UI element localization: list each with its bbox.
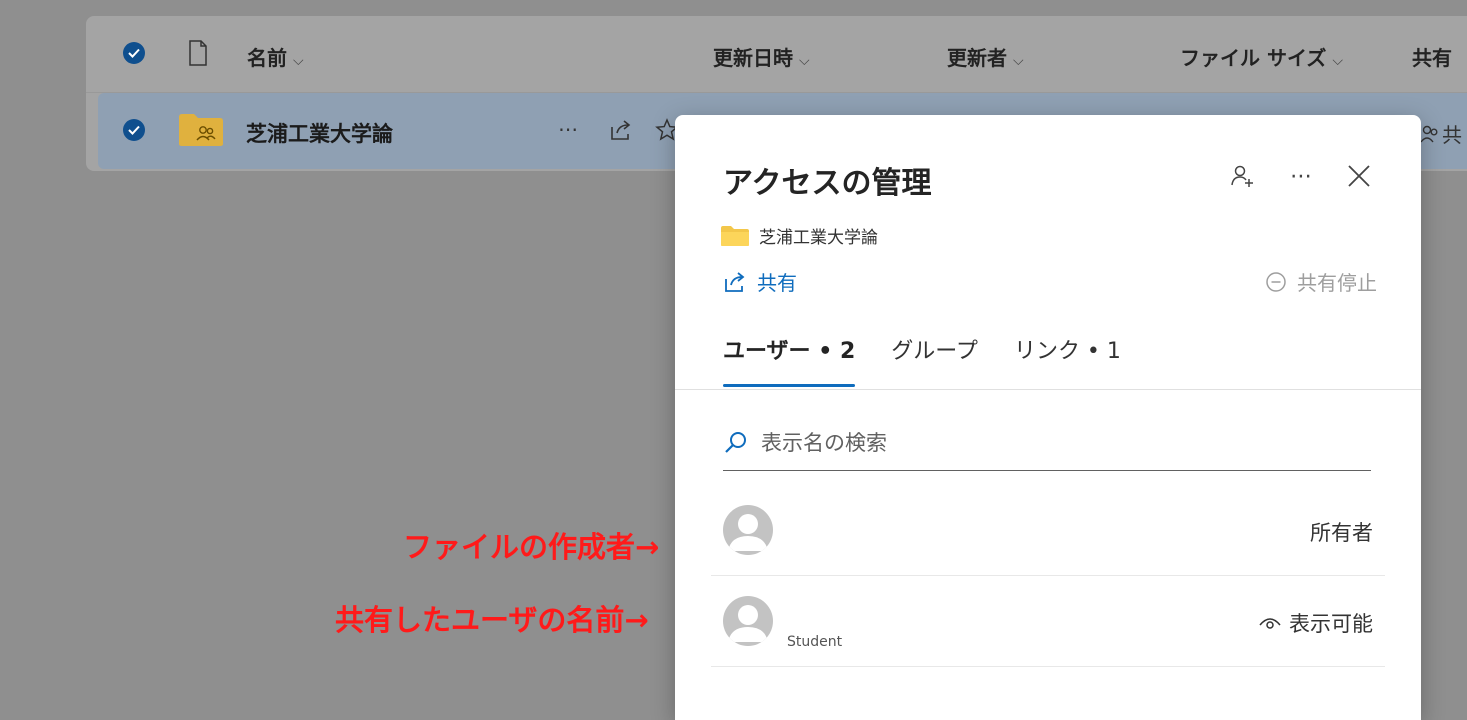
column-file-size[interactable]: ファイル サイズ ⌵ — [1180, 42, 1343, 71]
chevron-down-icon: ⌵ — [1332, 53, 1343, 69]
annotation-creator: ファイルの作成者→ — [403, 530, 660, 564]
manage-access-dialog: アクセスの管理 ⋯ 芝浦工業大学論 共有 共有停止 ユーザー • 2 グループ … — [675, 115, 1421, 720]
column-file-size-label: ファイル サイズ — [1180, 46, 1327, 70]
row-sharing-label: 共 — [1442, 123, 1462, 147]
list-item[interactable]: Student 表示可能 — [711, 576, 1385, 667]
people-icon — [1420, 125, 1438, 142]
add-person-button[interactable] — [1229, 162, 1257, 190]
chevron-down-icon: ⌵ — [1013, 53, 1024, 69]
dialog-file-name: 芝浦工業大学論 — [759, 228, 878, 248]
folder-icon — [721, 225, 749, 246]
close-button[interactable] — [1345, 162, 1373, 190]
row-file-name[interactable]: 芝浦工業大学論 — [246, 118, 393, 148]
list-item[interactable]: 所有者 — [711, 485, 1385, 576]
dialog-file-info: 芝浦工業大学論 — [721, 223, 878, 248]
row-sharing-status: 共 — [1420, 119, 1462, 148]
access-tabs: ユーザー • 2 グループ リンク • 1 — [723, 333, 1121, 387]
tab-users[interactable]: ユーザー • 2 — [723, 333, 856, 387]
chevron-down-icon: ⌵ — [799, 53, 810, 69]
person-icon — [728, 514, 768, 551]
add-person-icon — [1231, 165, 1253, 187]
user-role-label: 所有者 — [1310, 521, 1373, 545]
minus-circle-icon — [1266, 271, 1286, 292]
shared-folder-icon — [179, 114, 223, 146]
share-label: 共有 — [757, 271, 797, 295]
user-role[interactable]: 表示可能 — [1259, 608, 1373, 638]
more-options-button[interactable]: ⋯ — [1287, 162, 1315, 190]
chevron-down-icon: ⌵ — [293, 53, 304, 69]
avatar — [723, 596, 773, 646]
stop-sharing-button[interactable]: 共有停止 — [1265, 267, 1377, 296]
user-role[interactable]: 所有者 — [1310, 517, 1373, 547]
column-modified[interactable]: 更新日時 ⌵ — [713, 42, 810, 71]
more-actions-icon[interactable]: ⋯ — [558, 117, 578, 141]
search-input[interactable] — [759, 429, 1323, 456]
tabs-divider — [675, 389, 1421, 390]
file-list-header: 名前 ⌵ 更新日時 ⌵ 更新者 ⌵ ファイル サイズ ⌵ 共有 — [86, 16, 1467, 93]
search-icon — [725, 431, 746, 453]
share-icon — [725, 271, 745, 292]
tab-links[interactable]: リンク • 1 — [1014, 333, 1121, 381]
person-icon — [728, 605, 768, 642]
dialog-actions: ⋯ — [1229, 162, 1373, 190]
user-subtitle: Student — [787, 634, 843, 650]
checkmark-icon — [128, 48, 140, 58]
eye-icon — [1259, 618, 1281, 629]
column-sharing-label: 共有 — [1412, 46, 1452, 70]
column-modified-by-label: 更新者 — [947, 46, 1007, 70]
column-sharing[interactable]: 共有 — [1412, 42, 1452, 71]
stop-sharing-label: 共有停止 — [1297, 271, 1377, 295]
search-box — [723, 415, 1371, 471]
annotation-shared-user: 共有したユーザの名前→ — [335, 603, 649, 637]
select-all-checkbox[interactable] — [123, 42, 145, 64]
column-modified-by[interactable]: 更新者 ⌵ — [947, 42, 1024, 71]
user-role-label: 表示可能 — [1289, 612, 1373, 636]
share-icon[interactable] — [609, 119, 633, 141]
column-name[interactable]: 名前 ⌵ — [247, 42, 304, 71]
column-modified-label: 更新日時 — [713, 46, 793, 70]
close-icon — [1348, 165, 1370, 187]
avatar — [723, 505, 773, 555]
file-type-icon — [189, 40, 207, 66]
checkmark-icon — [128, 125, 140, 135]
tab-groups[interactable]: グループ — [891, 333, 978, 381]
share-button[interactable]: 共有 — [723, 267, 797, 296]
row-checkbox[interactable] — [123, 119, 145, 141]
column-name-label: 名前 — [247, 46, 287, 70]
dialog-title: アクセスの管理 — [723, 166, 932, 201]
